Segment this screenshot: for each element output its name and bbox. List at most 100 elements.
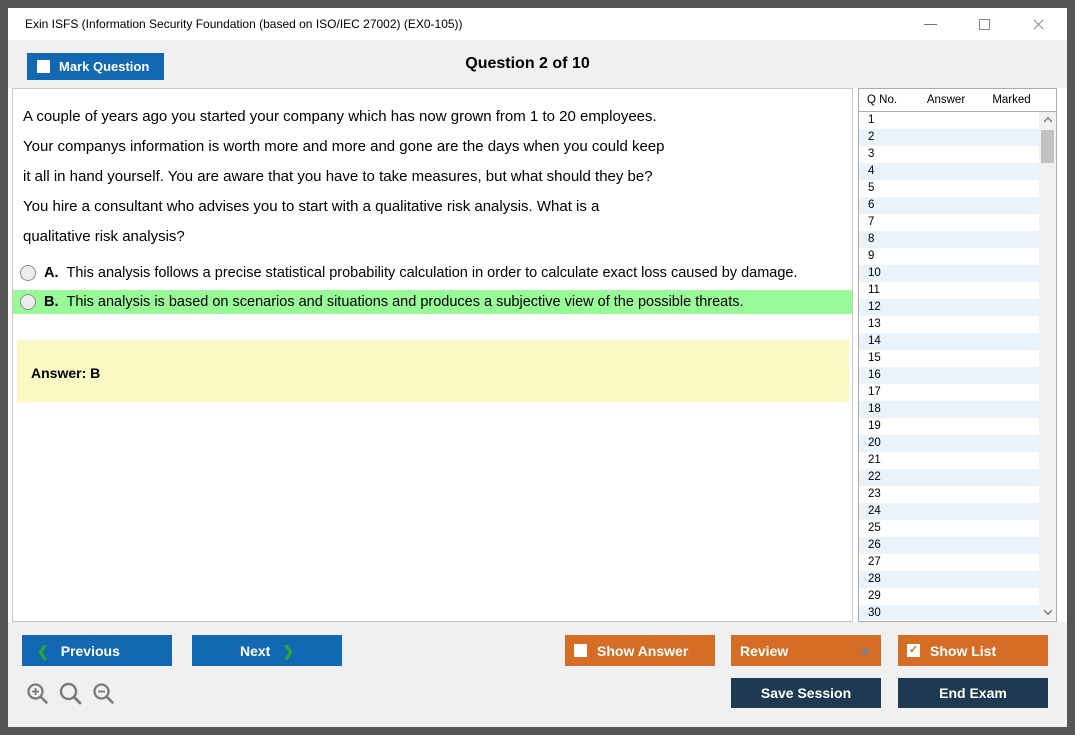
show-answer-checkbox[interactable] bbox=[574, 644, 587, 657]
qr-marked bbox=[981, 571, 1039, 588]
qr-answer bbox=[911, 554, 981, 571]
qr-marked bbox=[981, 469, 1039, 486]
question-line: it all in hand yourself. You are aware t… bbox=[23, 162, 852, 192]
qr-no: 2 bbox=[859, 129, 911, 146]
chevron-right-icon: ❯ bbox=[282, 644, 294, 658]
qr-marked bbox=[981, 350, 1039, 367]
show-list-checkbox[interactable] bbox=[907, 644, 920, 657]
qr-marked bbox=[981, 435, 1039, 452]
qlist-row[interactable]: 17 bbox=[859, 384, 1039, 401]
qlist-row[interactable]: 20 bbox=[859, 435, 1039, 452]
qlist-row[interactable]: 22 bbox=[859, 469, 1039, 486]
qlist-row[interactable]: 18 bbox=[859, 401, 1039, 418]
qr-answer bbox=[911, 418, 981, 435]
answer-box: Answer: B bbox=[17, 340, 849, 402]
question-lines: A couple of years ago you started your c… bbox=[13, 89, 852, 252]
qlist-row[interactable]: 12 bbox=[859, 299, 1039, 316]
scroll-down-icon bbox=[1043, 606, 1051, 614]
qr-answer bbox=[911, 299, 981, 316]
qlist-row[interactable]: 24 bbox=[859, 503, 1039, 520]
scroll-up-icon bbox=[1043, 117, 1051, 125]
qr-answer bbox=[911, 265, 981, 282]
zoom-in-icon[interactable] bbox=[25, 681, 51, 707]
option-row[interactable]: A.This analysis follows a precise statis… bbox=[13, 261, 852, 285]
qlist-row[interactable]: 30 bbox=[859, 605, 1039, 620]
qlist-row[interactable]: 4 bbox=[859, 163, 1039, 180]
qr-marked bbox=[981, 214, 1039, 231]
qlist-row[interactable]: 28 bbox=[859, 571, 1039, 588]
qr-marked bbox=[981, 588, 1039, 605]
scrollbar-thumb[interactable] bbox=[1041, 130, 1054, 163]
maximize-icon bbox=[979, 19, 990, 30]
close-button[interactable] bbox=[1023, 12, 1053, 36]
bottom-bar: ❮ Previous Next ❯ Show Answer Review Sho… bbox=[8, 622, 1067, 727]
qr-marked bbox=[981, 299, 1039, 316]
qlist-row[interactable]: 27 bbox=[859, 554, 1039, 571]
end-exam-button[interactable]: End Exam bbox=[898, 678, 1048, 708]
qlist-row[interactable]: 21 bbox=[859, 452, 1039, 469]
qr-no: 6 bbox=[859, 197, 911, 214]
content-area: A couple of years ago you started your c… bbox=[8, 88, 1067, 622]
qr-answer bbox=[911, 367, 981, 384]
review-button[interactable]: Review bbox=[731, 635, 881, 666]
qr-answer bbox=[911, 214, 981, 231]
qr-no: 10 bbox=[859, 265, 911, 282]
save-session-button[interactable]: Save Session bbox=[731, 678, 881, 708]
qr-marked bbox=[981, 418, 1039, 435]
show-list-label: Show List bbox=[930, 643, 996, 659]
qlist-row[interactable]: 8 bbox=[859, 231, 1039, 248]
qr-answer bbox=[911, 197, 981, 214]
option-text: This analysis is based on scenarios and … bbox=[67, 294, 744, 310]
radio-button-icon[interactable] bbox=[20, 265, 36, 281]
qr-answer bbox=[911, 435, 981, 452]
zoom-out-icon[interactable] bbox=[91, 681, 117, 707]
zoom-icon[interactable] bbox=[58, 681, 84, 707]
next-label: Next bbox=[240, 643, 270, 659]
qlist-row[interactable]: 10 bbox=[859, 265, 1039, 282]
maximize-button[interactable] bbox=[969, 12, 999, 36]
qlist-row[interactable]: 29 bbox=[859, 588, 1039, 605]
qlist-row[interactable]: 6 bbox=[859, 197, 1039, 214]
mark-question-button[interactable]: Mark Question bbox=[27, 53, 164, 80]
mark-question-checkbox[interactable] bbox=[37, 60, 50, 73]
qlist-row[interactable]: 14 bbox=[859, 333, 1039, 350]
radio-button-icon[interactable] bbox=[20, 294, 36, 310]
qlist-row[interactable]: 15 bbox=[859, 350, 1039, 367]
qlist-row[interactable]: 9 bbox=[859, 248, 1039, 265]
option-row[interactable]: B. This analysis is based on scenarios an… bbox=[13, 290, 852, 314]
qr-answer bbox=[911, 316, 981, 333]
qr-marked bbox=[981, 163, 1039, 180]
qlist-row[interactable]: 23 bbox=[859, 486, 1039, 503]
qlist-row[interactable]: 2 bbox=[859, 129, 1039, 146]
scroll-up-button[interactable] bbox=[1039, 112, 1056, 128]
qr-no: 4 bbox=[859, 163, 911, 180]
option-letter: B. bbox=[44, 294, 59, 310]
qlist-row[interactable]: 13 bbox=[859, 316, 1039, 333]
qr-answer bbox=[911, 571, 981, 588]
qr-answer bbox=[911, 401, 981, 418]
show-list-button[interactable]: Show List bbox=[898, 635, 1048, 666]
qr-answer bbox=[911, 248, 981, 265]
minimize-button[interactable] bbox=[915, 12, 945, 36]
qlist-row[interactable]: 25 bbox=[859, 520, 1039, 537]
previous-button[interactable]: ❮ Previous bbox=[22, 635, 172, 666]
qlist-row[interactable]: 1 bbox=[859, 112, 1039, 129]
scroll-down-button[interactable] bbox=[1039, 604, 1056, 620]
question-line: You hire a consultant who advises you to… bbox=[23, 192, 852, 222]
qlist-row[interactable]: 5 bbox=[859, 180, 1039, 197]
show-answer-button[interactable]: Show Answer bbox=[565, 635, 715, 666]
qlist-row[interactable]: 7 bbox=[859, 214, 1039, 231]
qlist-row[interactable]: 11 bbox=[859, 282, 1039, 299]
next-button[interactable]: Next ❯ bbox=[192, 635, 342, 666]
window-title: Exin ISFS (Information Security Foundati… bbox=[25, 8, 463, 40]
qr-no: 13 bbox=[859, 316, 911, 333]
qr-marked bbox=[981, 146, 1039, 163]
qr-marked bbox=[981, 367, 1039, 384]
qr-no: 22 bbox=[859, 469, 911, 486]
qlist-row[interactable]: 26 bbox=[859, 537, 1039, 554]
qlist-row[interactable]: 19 bbox=[859, 418, 1039, 435]
qlist-row[interactable]: 3 bbox=[859, 146, 1039, 163]
qlist-row[interactable]: 16 bbox=[859, 367, 1039, 384]
qlist-scrollbar[interactable] bbox=[1039, 112, 1056, 620]
qr-answer bbox=[911, 486, 981, 503]
